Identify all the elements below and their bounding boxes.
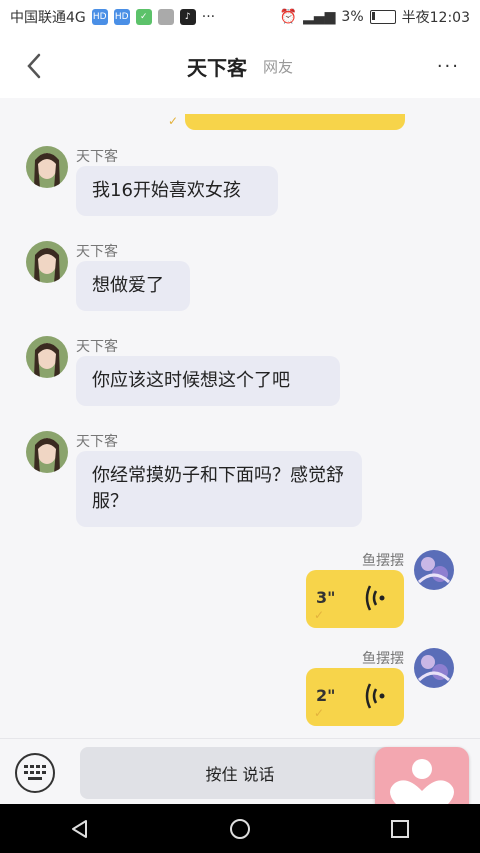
- voice-message-item: 鱼摆摆 2" ✓: [254, 648, 454, 732]
- message-bubble[interactable]: 你应该这时候想这个了吧: [76, 356, 340, 406]
- message-bubble[interactable]: 我16开始喜欢女孩: [76, 166, 278, 216]
- hd-icon: HD: [113, 9, 130, 25]
- my-avatar[interactable]: [414, 648, 454, 688]
- system-nav-bar: [0, 804, 480, 853]
- read-tick-icon: ✓: [168, 114, 179, 128]
- message-bubble[interactable]: 你经常摸奶子和下面吗？感觉舒服？: [76, 451, 362, 527]
- nav-recents-button[interactable]: [386, 815, 414, 843]
- status-bar: 中国联通4G HD HD ✓ ♪ ··· ⏰ ▂▄▆ 3% 半夜12:03: [0, 0, 480, 34]
- read-tick-icon: ✓: [314, 706, 325, 720]
- hold-to-talk-button[interactable]: 按住 说话: [80, 747, 400, 799]
- message-item: 天下客 我16开始喜欢女孩: [26, 146, 446, 226]
- message-item: 天下客 你经常摸奶子和下面吗？感觉舒服？: [26, 431, 446, 541]
- battery-percent: 3%: [341, 9, 364, 25]
- voice-wave-icon: [365, 683, 385, 709]
- sender-name: 天下客: [76, 339, 118, 355]
- partial-voice-bubble[interactable]: [185, 114, 405, 130]
- triangle-back-icon: [72, 819, 87, 838]
- page-subtitle: 网友: [262, 57, 293, 76]
- more-status-icon: ···: [201, 9, 216, 25]
- my-avatar[interactable]: [414, 550, 454, 590]
- more-options-button[interactable]: ···: [437, 56, 460, 77]
- keyboard-toggle-button[interactable]: [15, 753, 55, 793]
- nav-home-button[interactable]: [226, 815, 254, 843]
- signal-icon: ▂▄▆: [303, 9, 336, 25]
- app-icon: [157, 9, 174, 25]
- sender-name: 鱼摆摆: [362, 553, 404, 569]
- square-recents-icon: [391, 819, 409, 838]
- chat-header: 天下客 网友 ···: [0, 34, 480, 98]
- tiktok-icon: ♪: [179, 9, 196, 25]
- voice-wave-icon: [365, 585, 385, 611]
- nav-back-button[interactable]: [66, 815, 94, 843]
- chat-area[interactable]: ✓ 天下客 我16开始喜欢女孩 天下客 想做爱了 天下客 你应该这时候想这个了吧…: [0, 98, 480, 738]
- voice-duration: 2": [316, 686, 336, 705]
- check-icon: ✓: [135, 9, 152, 25]
- alarm-icon: ⏰: [279, 9, 298, 25]
- sender-name: 天下客: [76, 244, 118, 260]
- message-item: 天下客 你应该这时候想这个了吧: [26, 336, 446, 416]
- voice-duration: 3": [316, 588, 336, 607]
- avatar[interactable]: [26, 241, 68, 283]
- hd-icon: HD: [91, 9, 108, 25]
- back-button[interactable]: [20, 52, 48, 80]
- chevron-left-icon: [27, 53, 41, 79]
- clock: 半夜12:03: [401, 10, 470, 26]
- keyboard-icon: [24, 765, 46, 780]
- message-bubble[interactable]: 想做爱了: [76, 261, 190, 311]
- read-tick-icon: ✓: [314, 608, 325, 622]
- carrier-label: 中国联通4G: [10, 10, 86, 26]
- circle-home-icon: [230, 818, 250, 839]
- avatar[interactable]: [26, 146, 68, 188]
- avatar[interactable]: [26, 431, 68, 473]
- avatar[interactable]: [26, 336, 68, 378]
- sender-name: 天下客: [76, 149, 118, 165]
- voice-message-item: 鱼摆摆 3" ✓: [254, 550, 454, 634]
- page-title: 天下客: [186, 55, 247, 80]
- battery-icon: [369, 10, 396, 24]
- message-item: 天下客 想做爱了: [26, 241, 446, 321]
- sender-name: 天下客: [76, 434, 118, 450]
- sender-name: 鱼摆摆: [362, 651, 404, 667]
